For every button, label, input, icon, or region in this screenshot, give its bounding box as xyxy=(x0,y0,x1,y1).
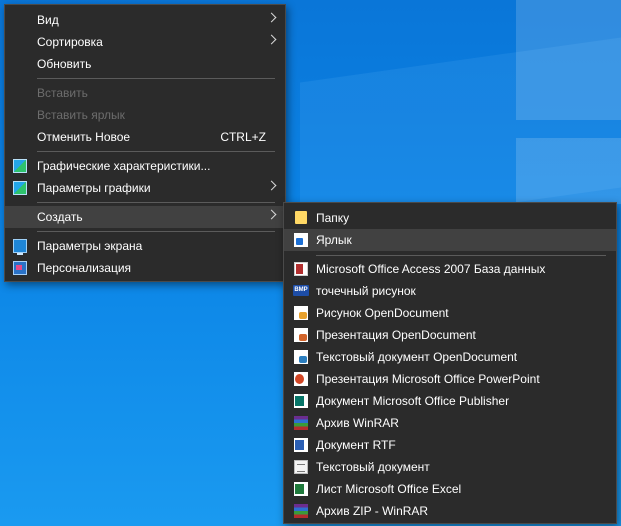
submenu-item-access-database-label: Microsoft Office Access 2007 База данных xyxy=(316,262,546,276)
graphics-options-icon xyxy=(13,181,27,195)
menu-item-paste[interactable]: Вставить xyxy=(5,82,285,104)
graphics-monitor-icon xyxy=(13,159,27,173)
opendocument-presentation-icon xyxy=(294,328,308,342)
personalization-icon xyxy=(13,261,27,275)
menu-item-undo-new[interactable]: Отменить Новое CTRL+Z xyxy=(5,126,285,148)
wallpaper-window-pane-bottom xyxy=(516,138,621,204)
menu-separator xyxy=(37,231,275,232)
menu-item-personalization[interactable]: Персонализация xyxy=(5,257,285,279)
menu-separator xyxy=(37,151,275,152)
access-database-icon xyxy=(294,262,308,276)
submenu-item-winrar[interactable]: Архив WinRAR xyxy=(284,412,616,434)
menu-item-graphics-options-label: Параметры графики xyxy=(37,181,151,195)
submenu-item-folder-label: Папку xyxy=(316,211,350,225)
menu-item-create-label: Создать xyxy=(37,210,83,224)
submenu-item-publisher[interactable]: Документ Microsoft Office Publisher xyxy=(284,390,616,412)
submenu-arrow-icon xyxy=(266,180,277,191)
display-settings-icon xyxy=(13,239,27,255)
menu-item-create[interactable]: Создать xyxy=(5,206,285,228)
menu-item-undo-new-shortcut: CTRL+Z xyxy=(220,130,266,144)
menu-separator xyxy=(37,78,275,79)
submenu-item-odg-label: Рисунок OpenDocument xyxy=(316,306,449,320)
menu-item-view[interactable]: Вид xyxy=(5,9,285,31)
powerpoint-icon xyxy=(294,372,308,386)
submenu-item-rtf[interactable]: Документ RTF xyxy=(284,434,616,456)
menu-item-sort[interactable]: Сортировка xyxy=(5,31,285,53)
submenu-item-access-database[interactable]: Microsoft Office Access 2007 База данных xyxy=(284,258,616,280)
submenu-arrow-icon xyxy=(266,12,277,23)
submenu-item-excel-label: Лист Microsoft Office Excel xyxy=(316,482,462,496)
submenu-item-publisher-label: Документ Microsoft Office Publisher xyxy=(316,394,510,408)
folder-icon xyxy=(295,211,307,224)
submenu-item-text-document[interactable]: Текстовый документ xyxy=(284,456,616,478)
shortcut-icon xyxy=(294,233,308,247)
submenu-item-powerpoint-label: Презентация Microsoft Office PowerPoint xyxy=(316,372,540,386)
submenu-item-odg[interactable]: Рисунок OpenDocument xyxy=(284,302,616,324)
menu-item-undo-new-label: Отменить Новое xyxy=(37,130,131,144)
menu-separator xyxy=(316,255,606,256)
menu-item-display-settings-label: Параметры экрана xyxy=(37,239,143,253)
menu-item-view-label: Вид xyxy=(37,13,59,27)
submenu-item-odt[interactable]: Текстовый документ OpenDocument xyxy=(284,346,616,368)
submenu-item-winrar-zip[interactable]: Архив ZIP - WinRAR xyxy=(284,500,616,522)
bitmap-icon: BMP xyxy=(293,285,309,296)
submenu-item-winrar-label: Архив WinRAR xyxy=(316,416,399,430)
menu-item-paste-label: Вставить xyxy=(37,86,88,100)
opendocument-drawing-icon xyxy=(294,306,308,320)
opendocument-text-icon xyxy=(294,350,308,364)
text-document-icon xyxy=(294,460,308,474)
submenu-item-shortcut[interactable]: Ярлык xyxy=(284,229,616,251)
menu-item-graphics-properties[interactable]: Графические характеристики... xyxy=(5,155,285,177)
submenu-item-winrar-zip-label: Архив ZIP - WinRAR xyxy=(316,504,429,518)
submenu-item-shortcut-label: Ярлык xyxy=(316,233,352,247)
menu-item-personalization-label: Персонализация xyxy=(37,261,132,275)
menu-item-sort-label: Сортировка xyxy=(37,35,103,49)
submenu-item-odp[interactable]: Презентация OpenDocument xyxy=(284,324,616,346)
menu-item-graphics-properties-label: Графические характеристики... xyxy=(37,159,211,173)
submenu-item-excel[interactable]: Лист Microsoft Office Excel xyxy=(284,478,616,500)
menu-separator xyxy=(37,202,275,203)
excel-icon xyxy=(294,482,308,496)
menu-item-graphics-options[interactable]: Параметры графики xyxy=(5,177,285,199)
winrar-icon xyxy=(294,416,308,430)
submenu-item-odp-label: Презентация OpenDocument xyxy=(316,328,476,342)
winrar-zip-icon xyxy=(294,504,308,518)
desktop-context-menu: Вид Сортировка Обновить Вставить Вставит… xyxy=(4,4,286,282)
submenu-arrow-icon xyxy=(266,34,277,45)
submenu-item-text-document-label: Текстовый документ xyxy=(316,460,430,474)
submenu-item-rtf-label: Документ RTF xyxy=(316,438,396,452)
create-submenu: Папку Ярлык Microsoft Office Access 2007… xyxy=(283,202,617,524)
submenu-arrow-icon xyxy=(266,209,277,220)
submenu-item-folder[interactable]: Папку xyxy=(284,207,616,229)
submenu-item-bitmap-label: точечный рисунок xyxy=(316,284,416,298)
rtf-document-icon xyxy=(294,438,308,452)
publisher-icon xyxy=(294,394,308,408)
submenu-item-odt-label: Текстовый документ OpenDocument xyxy=(316,350,518,364)
menu-item-paste-shortcut-label: Вставить ярлык xyxy=(37,108,125,122)
menu-item-paste-shortcut[interactable]: Вставить ярлык xyxy=(5,104,285,126)
submenu-item-powerpoint[interactable]: Презентация Microsoft Office PowerPoint xyxy=(284,368,616,390)
menu-item-display-settings[interactable]: Параметры экрана xyxy=(5,235,285,257)
menu-item-refresh-label: Обновить xyxy=(37,57,92,71)
menu-item-refresh[interactable]: Обновить xyxy=(5,53,285,75)
wallpaper-window-pane-top xyxy=(516,0,621,120)
submenu-item-bitmap[interactable]: BMP точечный рисунок xyxy=(284,280,616,302)
